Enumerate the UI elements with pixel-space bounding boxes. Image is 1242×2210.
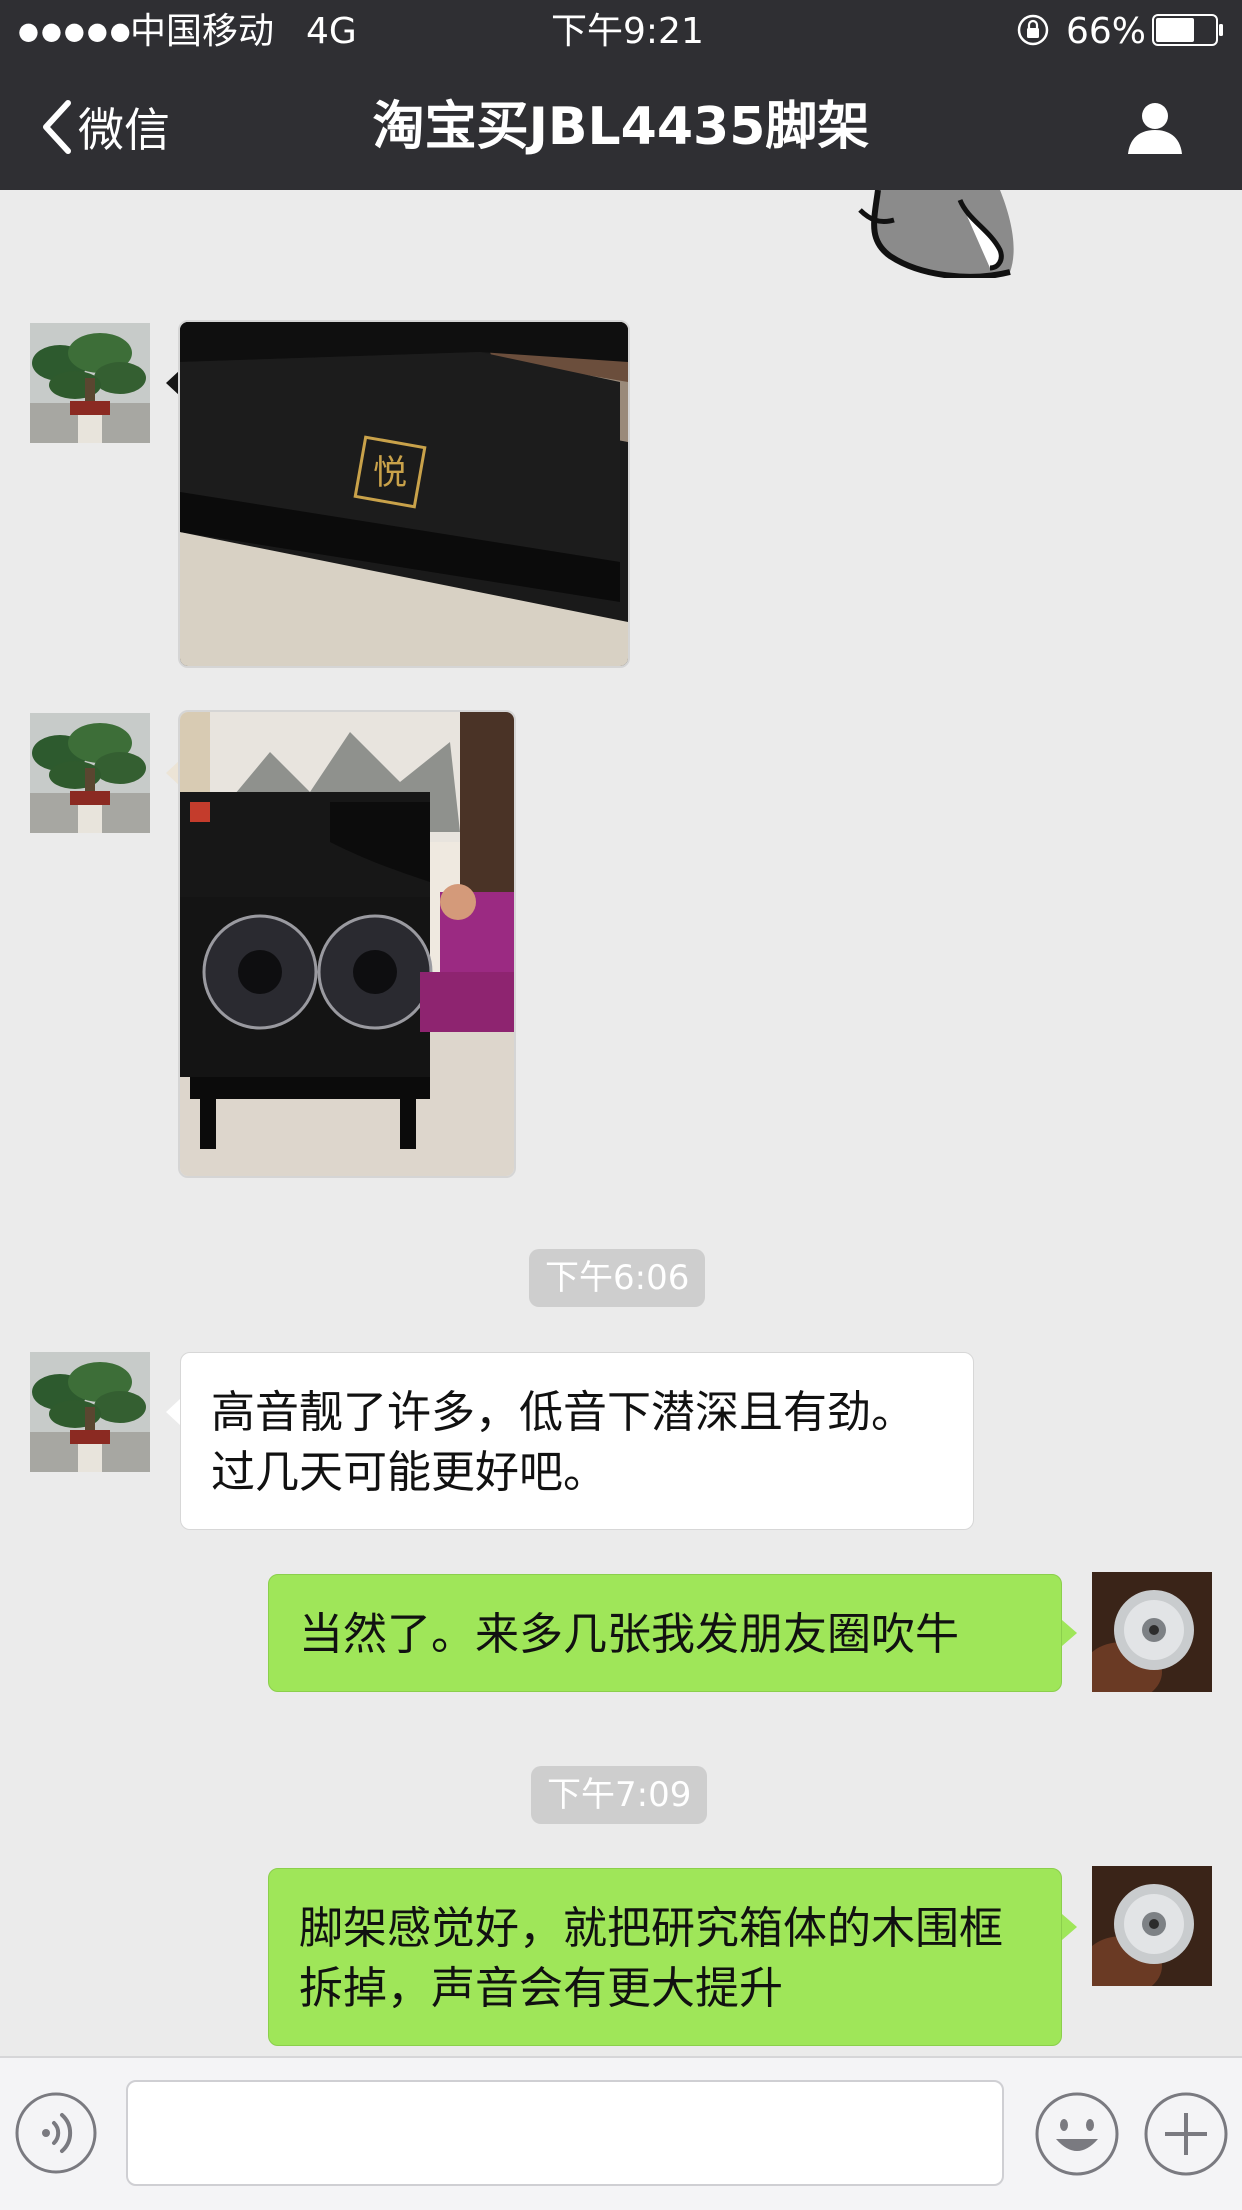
chat-area[interactable]: 悦 下午6:06 高音靓了许多，低音下潜深且有劲。过几天可能更好吧。 当然了。来… [0, 190, 1242, 2056]
avatar[interactable] [1092, 1866, 1212, 1986]
signal-strength: ●●●●● [18, 17, 133, 45]
photo-badge: 悦 [373, 453, 407, 493]
jbl-speaker-photo [180, 712, 514, 1176]
timestamp: 下午7:09 [531, 1766, 708, 1824]
avatar[interactable] [30, 1352, 150, 1472]
voice-icon[interactable] [14, 2091, 98, 2175]
bubble-tail [166, 1399, 180, 1425]
plus-icon[interactable] [1143, 2091, 1229, 2177]
message-input[interactable] [126, 2080, 1004, 2186]
bonsai-tree-avatar [30, 1352, 150, 1472]
back-label: 微信 [78, 103, 170, 157]
bonsai-tree-avatar [30, 713, 150, 833]
avatar[interactable] [1092, 1572, 1212, 1692]
carrier-name: 中国移动 [130, 11, 275, 52]
bubble-tail [1062, 1914, 1077, 1940]
battery-icon [1152, 14, 1223, 46]
message-bubble[interactable]: 当然了。来多几张我发朋友圈吹牛 [268, 1574, 1062, 1692]
chevron-left-icon [43, 100, 71, 154]
back-button[interactable]: 微信 [38, 92, 170, 162]
battery-percent: 66% [1066, 11, 1147, 52]
bonsai-tree-avatar [30, 323, 150, 443]
avatar[interactable] [30, 713, 150, 833]
sticker[interactable] [850, 190, 1020, 278]
avatar[interactable] [30, 323, 150, 443]
network-type: 4G [306, 11, 357, 52]
message-bubble[interactable]: 高音靓了许多，低音下潜深且有劲。过几天可能更好吧。 [180, 1352, 974, 1530]
metal-disc-avatar [1092, 1572, 1212, 1692]
emoji-icon[interactable] [1034, 2091, 1120, 2177]
rotation-lock-icon [1017, 14, 1049, 46]
image-message[interactable] [178, 710, 516, 1178]
metal-disc-avatar [1092, 1866, 1212, 1986]
status-time: 下午9:21 [551, 11, 704, 52]
speaker-stand-photo: 悦 [180, 322, 628, 666]
message-bubble[interactable]: 脚架感觉好，就把研究箱体的木围框拆掉，声音会有更大提升 [268, 1868, 1062, 2046]
image-message[interactable]: 悦 [178, 320, 630, 668]
timestamp: 下午6:06 [529, 1249, 706, 1307]
profile-icon[interactable] [1124, 96, 1186, 158]
bubble-tail [1062, 1620, 1077, 1646]
chat-title: 淘宝买JBL4435脚架 [372, 97, 870, 157]
